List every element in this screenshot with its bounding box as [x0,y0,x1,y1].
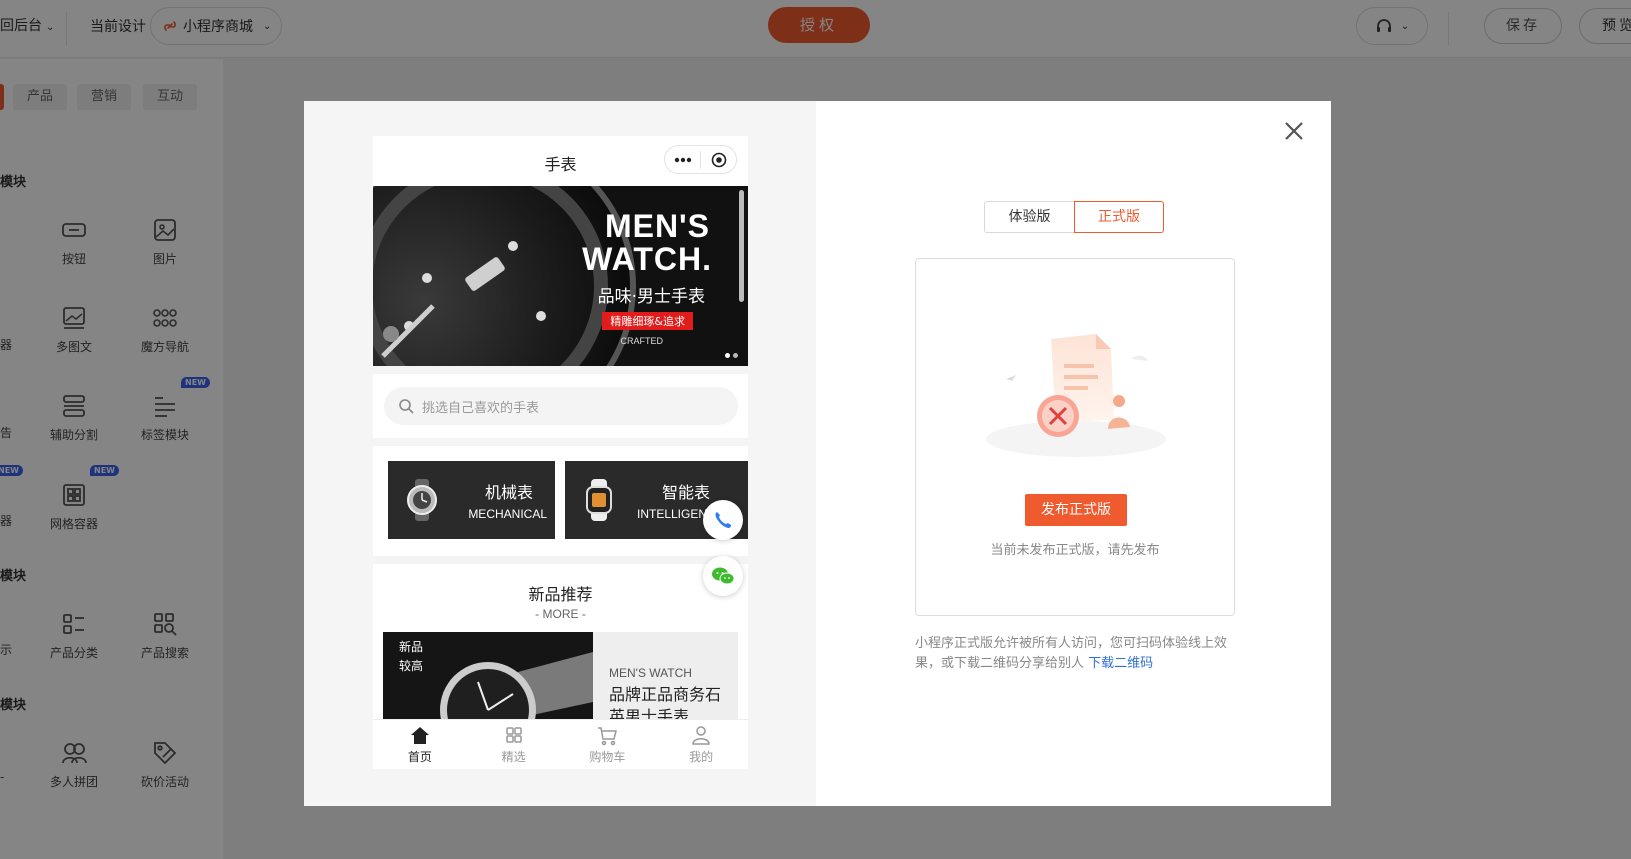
search-input[interactable]: 挑选自己喜欢的手表 [384,387,738,425]
home-icon [410,727,429,744]
banner-title-line1: MEN'S [604,208,710,244]
info-text: 小程序正式版允许被所有人访问，您可扫码体验线上效果，或下载二维码分享给别人 [915,636,1228,671]
product-label: 新品 较高 [399,638,423,676]
product-image: 新品 较高 [383,632,593,732]
cart-icon [598,727,618,746]
label-line: 新品 [399,640,424,654]
phone-preview-area: 手表 MEN'S WATCH. 品味·男士手表 精雕细琢&追求 CRAFTED … [304,101,816,806]
label-line: 较高 [399,659,424,673]
banner-tag: 精雕细琢&追求 [602,312,693,330]
tab-cart[interactable]: 购物车 [561,720,655,769]
product-card[interactable]: 新品 较高 MEN'S WATCH 品牌正品商务石英男士手表 [383,632,738,732]
new-products-section: 新品推荐 - MORE - 新品 较高 MEN'S WATCH 品牌正品商务石英… [373,564,748,732]
tab-home[interactable]: 首页 [373,720,467,769]
download-qr-link[interactable]: 下载二维码 [1088,656,1153,671]
search-placeholder: 挑选自己喜欢的手表 [422,400,540,416]
category-name: 智能表 [661,483,710,502]
version-switch: 体验版 正式版 [984,201,1164,233]
phone-nav-bar: 手表 [373,136,748,186]
tab-official-version[interactable]: 正式版 [1074,201,1164,233]
banner-title-line2: WATCH. [582,241,712,277]
publish-panel: 体验版 正式版 发布正式版 当前未发布正式版，请先发布 小程序正式版允许被所有人… [816,101,1331,806]
category-card-mechanical[interactable]: 机械表 MECHANICAL [388,461,555,539]
tab-label: 购物车 [589,750,626,764]
mechanical-watch-icon [407,479,437,521]
banner-subtitle: 品味·男士手表 [597,287,705,307]
publish-modal: 手表 MEN'S WATCH. 品味·男士手表 精雕细琢&追求 CRAFTED … [304,101,1331,806]
publish-info-text: 小程序正式版允许被所有人访问，您可扫码体验线上效果，或下载二维码分享给别人 下载… [915,634,1243,674]
product-name-en: MEN'S WATCH [609,666,692,680]
banner-image[interactable]: MEN'S WATCH. 品味·男士手表 精雕细琢&追求 CRAFTED [373,186,748,366]
close-target-icon[interactable] [701,152,736,168]
featured-grid-icon [505,727,522,743]
not-published-illustration [986,334,1166,457]
section-title: 新品推荐 [528,585,593,604]
category-name: 机械表 [484,483,533,502]
more-dots-icon[interactable] [665,157,700,163]
tab-trial-version[interactable]: 体验版 [984,201,1074,233]
phone-icon [715,512,731,528]
tab-label: 首页 [407,750,432,764]
tab-featured[interactable]: 精选 [467,720,561,769]
phone-preview: 手表 MEN'S WATCH. 品味·男士手表 精雕细琢&追求 CRAFTED … [373,136,748,769]
banner-crafted: CRAFTED [620,336,664,346]
scrollbar[interactable] [739,190,744,302]
carousel-dots[interactable] [725,353,738,358]
wechat-button[interactable] [703,556,743,596]
not-published-note: 当前未发布正式版，请先发布 [990,543,1160,558]
more-link[interactable]: - MORE - [373,607,748,621]
wechat-icon [712,567,735,585]
close-icon[interactable] [1282,119,1306,143]
user-icon [692,726,710,745]
publish-official-button[interactable]: 发布正式版 [1025,494,1127,526]
tab-label: 精选 [501,750,526,764]
smart-watch-icon [586,479,612,521]
qr-code-box: 发布正式版 当前未发布正式版，请先发布 [915,258,1235,616]
category-name-en: MECHANICAL [468,507,547,521]
miniprogram-capsule [664,145,737,174]
category-section: 机械表 MECHANICAL 智能表 INTELLIGENT [373,446,748,556]
tab-label: 我的 [689,750,714,764]
phone-tab-bar: 首页 精选 购物车 我的 [373,719,748,769]
search-section: 挑选自己喜欢的手表 [373,374,748,438]
tab-mine[interactable]: 我的 [654,720,748,769]
search-icon [399,399,414,414]
phone-call-button[interactable] [703,500,743,540]
